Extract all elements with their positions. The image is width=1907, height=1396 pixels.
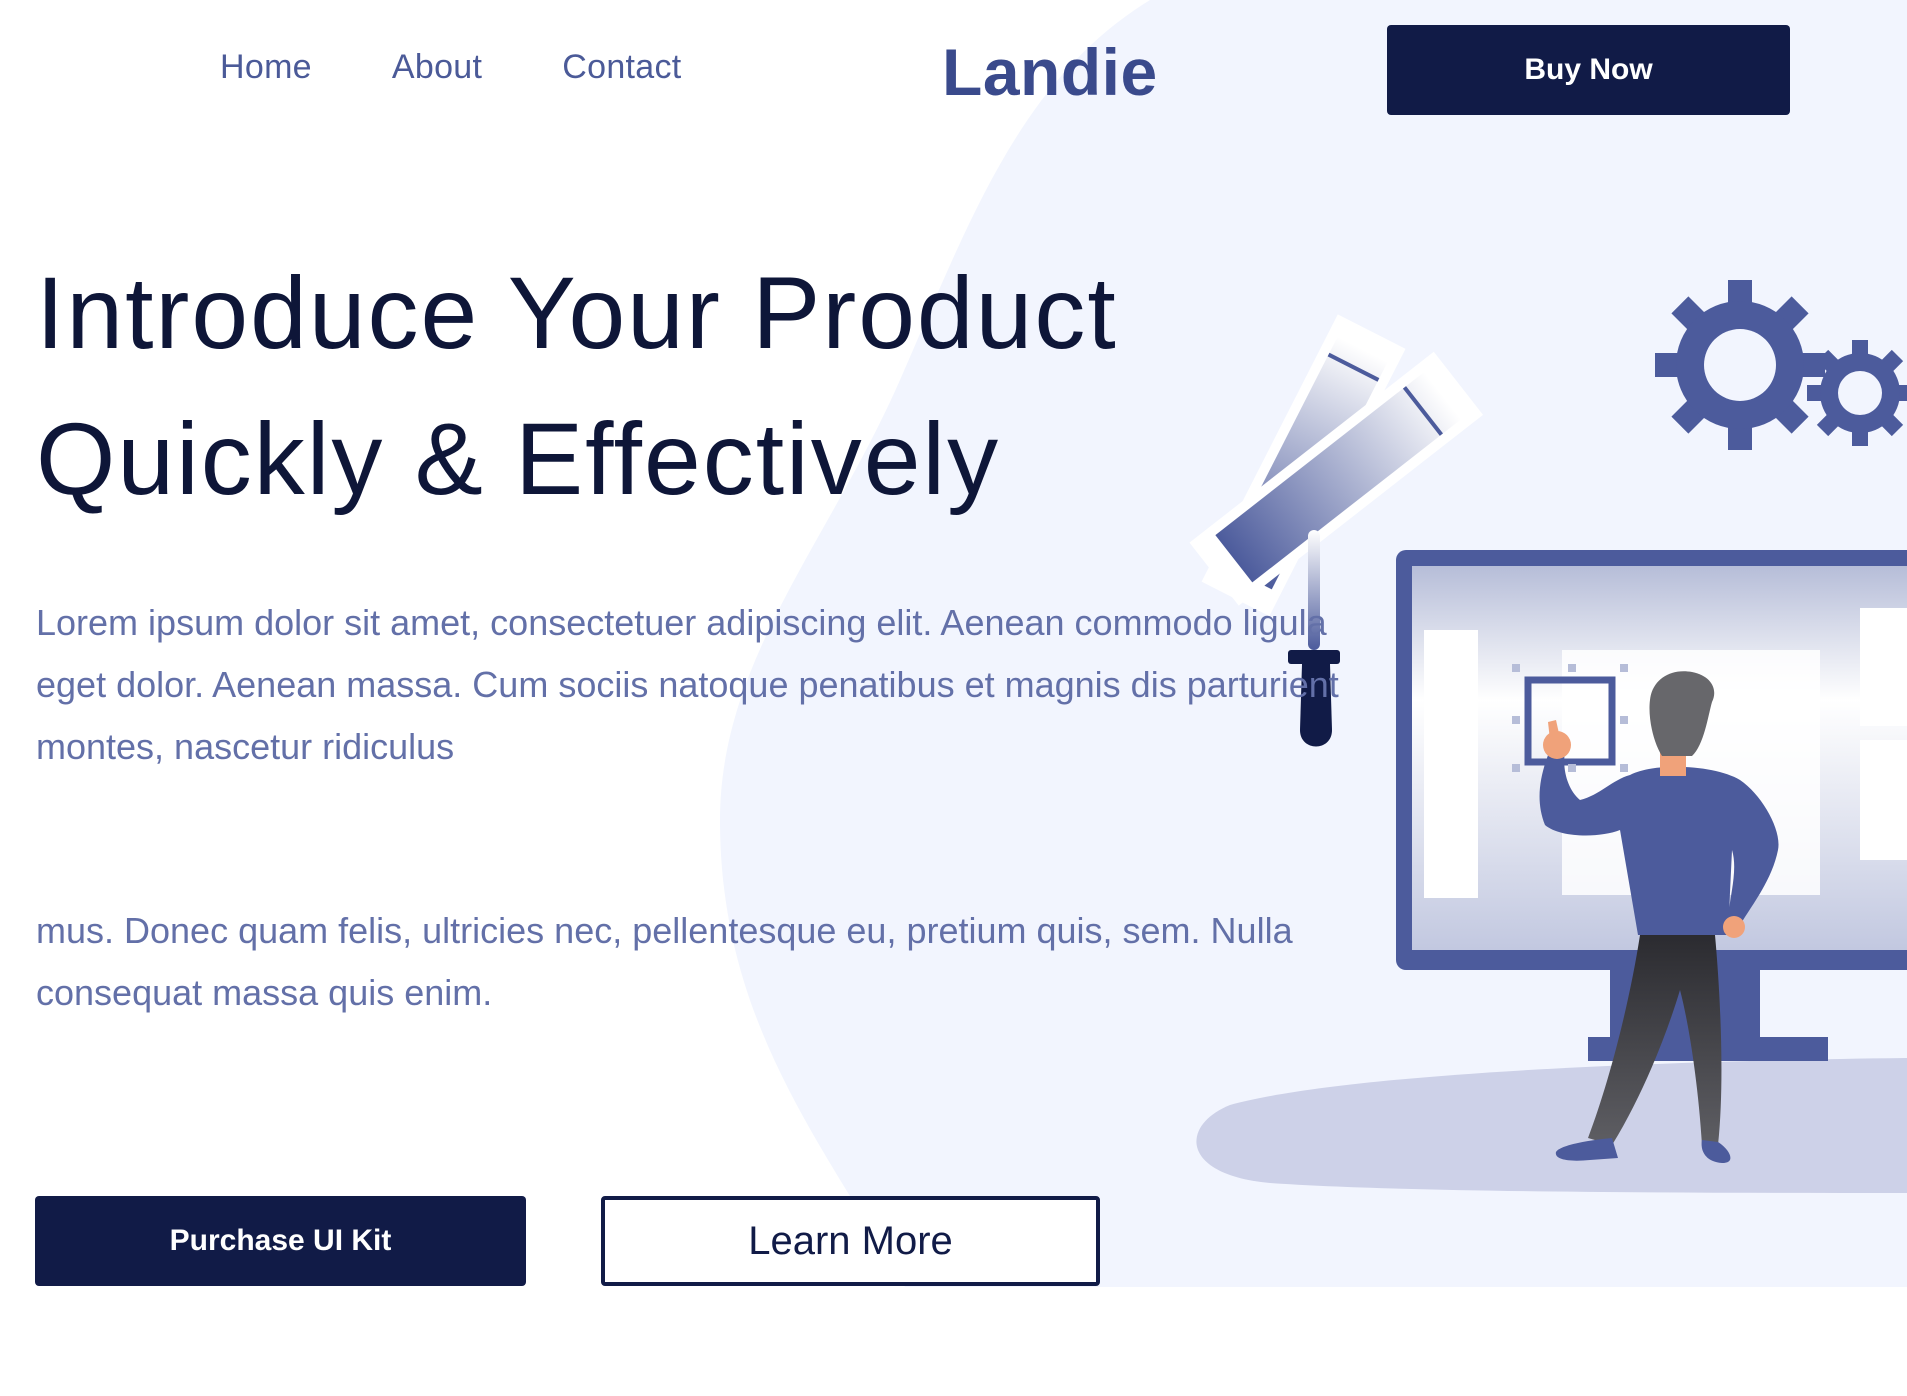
- buy-now-button[interactable]: Buy Now: [1387, 25, 1790, 115]
- nav-links: Home About Contact: [220, 48, 682, 87]
- hero-title-line-1: Introduce Your Product: [36, 256, 1118, 370]
- hero-title: Introduce Your Product Quickly & Effecti…: [36, 240, 1118, 532]
- top-navigation: Home About Contact Landie Buy Now: [0, 0, 1907, 140]
- nav-link-home[interactable]: Home: [220, 48, 312, 87]
- purchase-ui-kit-button[interactable]: Purchase UI Kit: [35, 1196, 526, 1286]
- nav-link-contact[interactable]: Contact: [562, 48, 681, 87]
- landing-page: Home About Contact Landie Buy Now Introd…: [0, 0, 1907, 1396]
- floor-shadow: [1196, 1058, 1907, 1193]
- gear-icon: [1655, 280, 1825, 450]
- learn-more-button[interactable]: Learn More: [601, 1196, 1100, 1286]
- brand-logo[interactable]: Landie: [942, 34, 1158, 110]
- hero-title-line-2: Quickly & Effectively: [36, 402, 1001, 516]
- hero-description-continued: mus. Donec quam felis, ultricies nec, pe…: [36, 910, 1293, 1013]
- nav-link-about[interactable]: About: [392, 48, 482, 87]
- hero-description: Lorem ipsum dolor sit amet, consectetuer…: [36, 602, 1339, 767]
